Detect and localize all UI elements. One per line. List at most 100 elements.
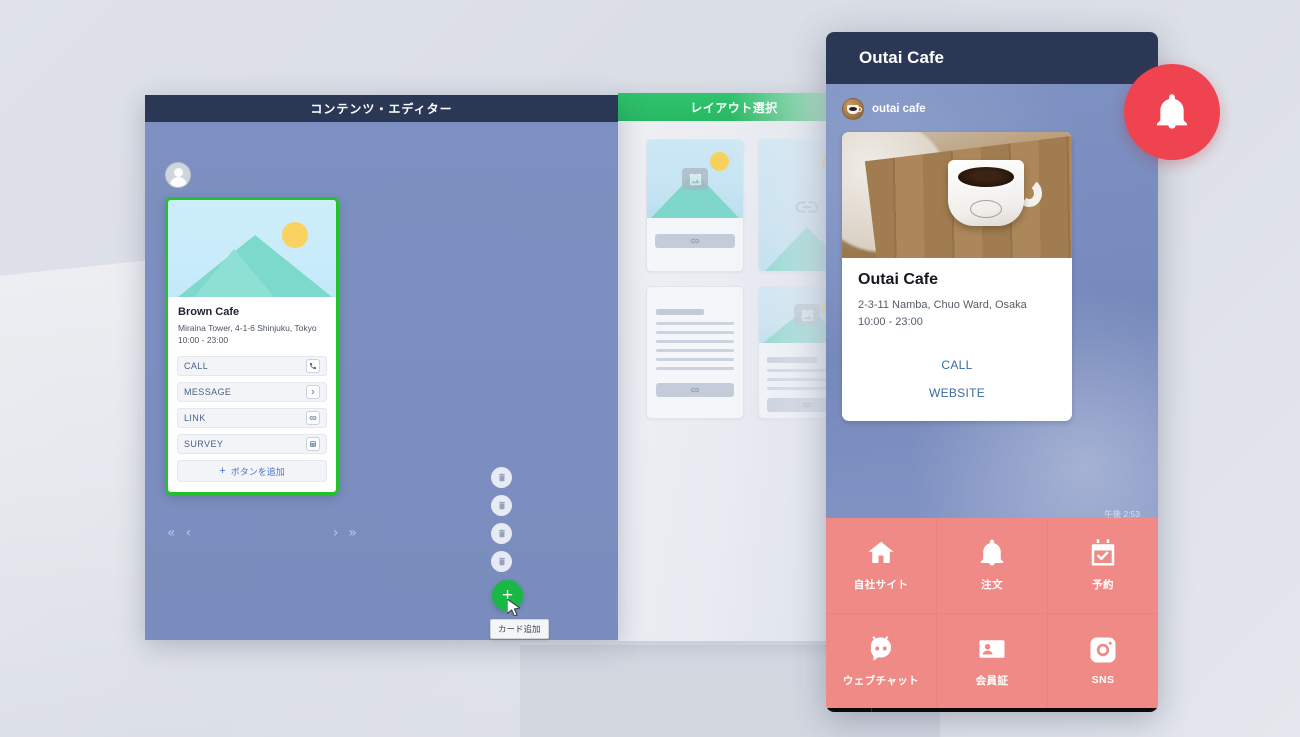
rich-menu-label: 会員証 — [975, 674, 1009, 687]
bubble-hours: 10:00 - 23:00 — [858, 316, 923, 329]
card-button-label: SURVEY — [184, 439, 224, 450]
coffee-cup-photo — [842, 132, 1072, 258]
thumb-text-line — [656, 358, 734, 361]
phone-icon — [306, 359, 320, 374]
thumb-text-line — [656, 367, 734, 370]
calendar-check-icon — [1091, 539, 1115, 566]
layout-panel-title: レイアウト選択 — [618, 93, 850, 121]
chat-area: outai cafe Outai Cafe 2-3-11 Namba, Chuo… — [826, 84, 1158, 519]
instagram-icon — [1090, 637, 1116, 663]
card-image-placeholder[interactable] — [168, 200, 336, 297]
rich-menu-label: 注文 — [981, 579, 1003, 592]
card-button-link[interactable]: LINK — [177, 408, 327, 429]
rich-menu-label: 予約 — [1092, 579, 1114, 592]
card-button-message[interactable]: MESSAGE — [177, 382, 327, 403]
coffee-cup-avatar — [842, 98, 864, 120]
bubble-links: CALL WEBSITE — [842, 335, 1072, 421]
bubble-title: Outai Cafe — [858, 271, 939, 288]
add-button-row[interactable]: + ボタンを追加 — [177, 460, 327, 483]
add-card-button[interactable]: + — [492, 580, 523, 611]
add-card-tooltip: カード追加 — [490, 619, 549, 639]
chat-sender-name: outai cafe — [872, 103, 926, 115]
card-button-call[interactable]: CALL — [177, 356, 327, 377]
thumb-text-line — [656, 349, 734, 352]
card-editor-wrapper: Brown Cafe Miraina Tower, 4-1-6 Shinjuku… — [165, 197, 339, 496]
thumb-title-line — [767, 357, 817, 363]
notification-bell-button[interactable] — [1124, 64, 1220, 160]
rich-menu-item-webchat[interactable]: ウェブチャット — [826, 613, 936, 708]
thumb-link-button — [656, 383, 734, 397]
chatbot-icon — [870, 635, 892, 661]
content-editor-window: コンテンツ・エディター Brown Cafe Miraina Tower, 4-… — [145, 95, 618, 640]
layout-selection-panel: レイアウト選択 — [618, 93, 850, 641]
add-button-label: ボタンを追加 — [230, 466, 285, 477]
thumb-text-line — [656, 322, 734, 325]
pagination-next-group: › » — [333, 526, 357, 540]
plus-icon: + — [219, 464, 226, 477]
card-button-survey[interactable]: SURVEY — [177, 434, 327, 455]
rich-menu-item-membership[interactable]: 会員証 — [937, 613, 1047, 708]
mountain-front-shape — [194, 249, 274, 297]
phone-bottom-bar: Outai Cafe ⌄ — [826, 708, 1158, 712]
card-address[interactable]: Miraina Tower, 4-1-6 Shinjuku, Tokyo — [178, 322, 326, 334]
editor-title-bar: コンテンツ・エディター — [145, 95, 618, 122]
delete-button-link[interactable] — [491, 523, 512, 544]
chat-sender: outai cafe — [842, 98, 1142, 120]
thumb-title-line — [656, 309, 705, 315]
rich-menu-label: SNS — [1091, 674, 1115, 687]
thumb-body — [647, 218, 743, 248]
layout-thumbnail-grid — [618, 121, 850, 419]
pagination-last-button[interactable]: » — [348, 526, 357, 540]
image-placeholder-icon — [794, 304, 820, 326]
thumb-text-line — [656, 340, 734, 343]
message-card[interactable]: Brown Cafe Miraina Tower, 4-1-6 Shinjuku… — [165, 197, 339, 496]
thumb-body — [647, 287, 743, 409]
bubble-address: 2-3-11 Namba, Chuo Ward, Osaka — [858, 299, 1027, 311]
bell-icon — [1157, 94, 1187, 129]
rich-menu-item-reservation[interactable]: 予約 — [1048, 518, 1158, 613]
editor-canvas: Brown Cafe Miraina Tower, 4-1-6 Shinjuku… — [145, 122, 618, 640]
sun-icon — [710, 152, 729, 171]
link-placeholder-icon — [792, 199, 822, 215]
pagination-prev-group: « ‹ — [167, 526, 191, 540]
keyboard-button[interactable] — [826, 708, 872, 712]
thumb-link-button — [655, 234, 735, 248]
card-text-block: Brown Cafe Miraina Tower, 4-1-6 Shinjuku… — [168, 297, 336, 350]
layout-thumb-image-button[interactable] — [646, 139, 744, 272]
rich-menu-item-sns[interactable]: SNS — [1048, 613, 1158, 708]
card-pagination: « ‹ › » — [167, 526, 357, 540]
rich-menu-item-website[interactable]: 自社サイト — [826, 518, 936, 613]
layout-thumb-text-only[interactable] — [646, 286, 744, 419]
card-buttons-list: CALL MESSAGE LINK SURVEY + ボタンを追加 — [168, 350, 336, 492]
bubble-link-website[interactable]: WEBSITE — [842, 379, 1072, 407]
phone-header-title: Outai Cafe — [826, 32, 1158, 84]
phone-preview: Outai Cafe outai cafe Outai Cafe 2-3-11 … — [826, 32, 1158, 712]
pagination-prev-button[interactable]: ‹ — [186, 526, 192, 540]
image-placeholder-icon — [682, 168, 708, 190]
thumb-text-line — [656, 331, 734, 334]
thumb-image-preview — [647, 140, 743, 218]
chevron-right-icon — [306, 385, 320, 400]
card-title[interactable]: Brown Cafe — [178, 306, 326, 318]
pagination-first-button[interactable]: « — [167, 526, 176, 540]
card-button-label: LINK — [184, 413, 206, 424]
person-avatar-icon — [165, 162, 191, 188]
home-icon — [868, 542, 894, 564]
rich-menu-item-order[interactable]: 注文 — [937, 518, 1047, 613]
rich-menu-label: ウェブチャット — [842, 674, 920, 687]
delete-button-survey[interactable] — [491, 551, 512, 572]
message-timestamp: 午後 2:53 — [1104, 509, 1140, 519]
message-bubble[interactable]: Outai Cafe 2-3-11 Namba, Chuo Ward, Osak… — [842, 132, 1072, 422]
delete-button-call[interactable] — [491, 467, 512, 488]
delete-button-message[interactable] — [491, 495, 512, 516]
delete-buttons-column — [491, 467, 512, 579]
bubble-link-call[interactable]: CALL — [842, 351, 1072, 379]
pagination-next-button[interactable]: › — [333, 526, 339, 540]
card-hours[interactable]: 10:00 - 23:00 — [178, 334, 326, 346]
rich-menu-label: 自社サイト — [853, 579, 909, 592]
bell-icon — [980, 539, 1004, 566]
link-icon — [306, 411, 320, 426]
survey-icon — [306, 437, 320, 452]
bubble-text-block: Outai Cafe 2-3-11 Namba, Chuo Ward, Osak… — [842, 258, 1072, 335]
rich-menu-grid: 自社サイト 注文 予約 ウェブチャット 会員証 SNS — [826, 518, 1158, 708]
